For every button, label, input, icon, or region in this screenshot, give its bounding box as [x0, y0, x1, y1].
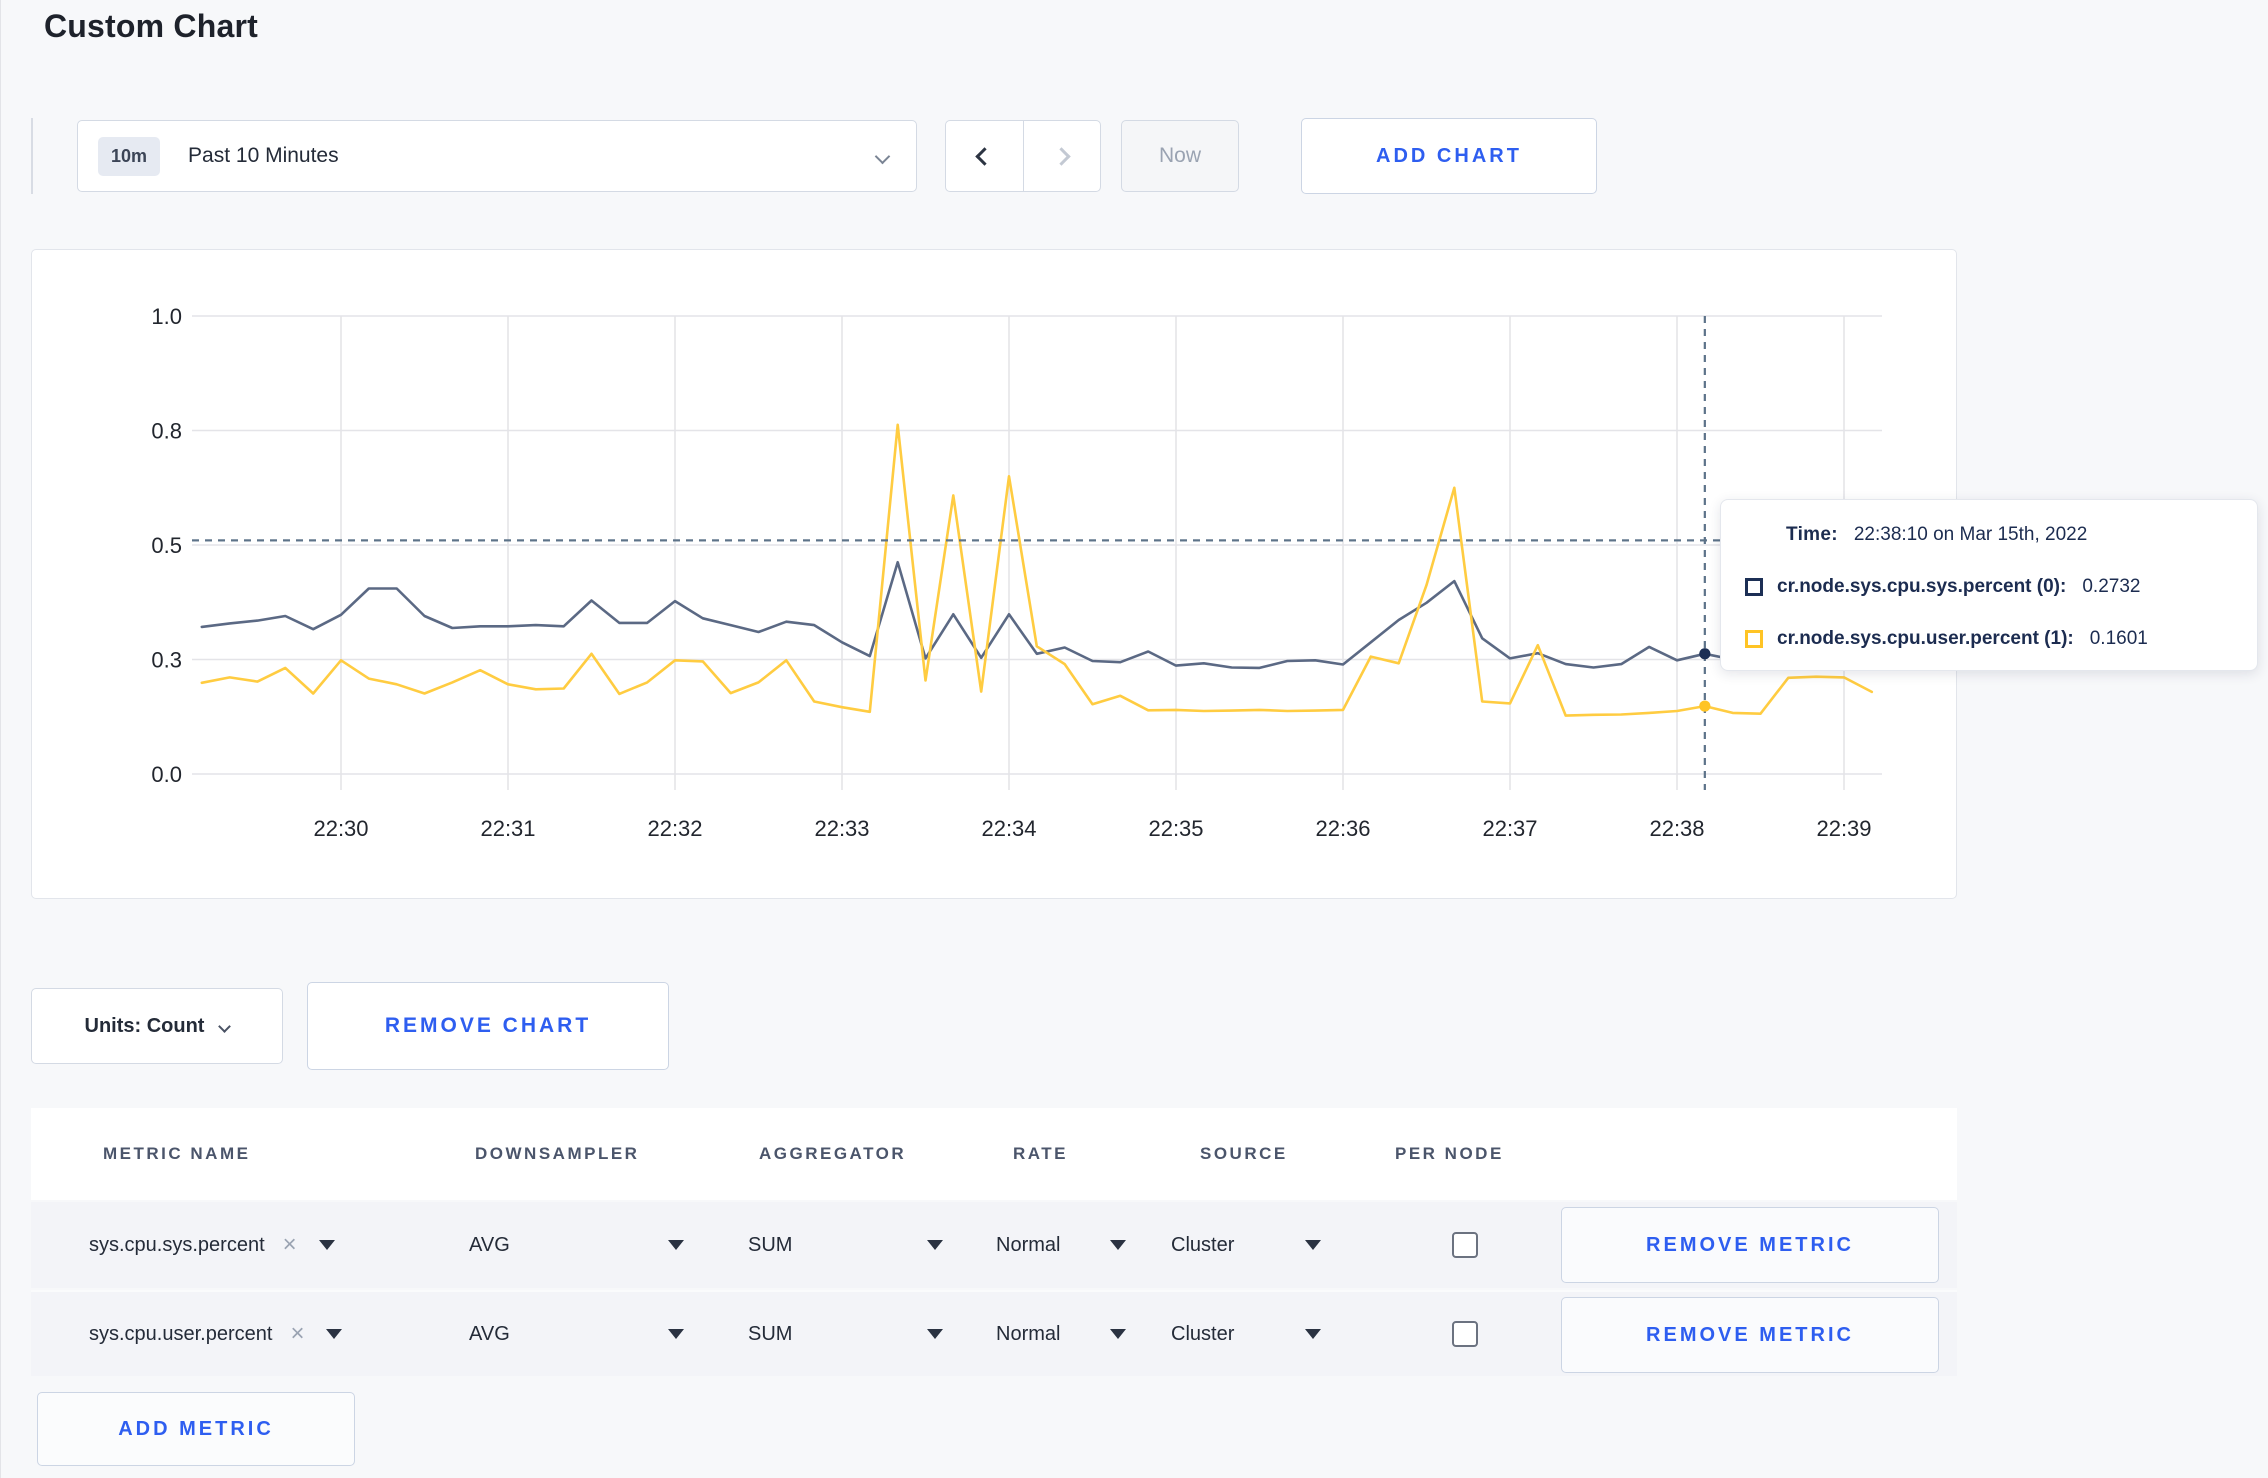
metric-name-select[interactable]: sys.cpu.user.percent ×	[89, 1292, 409, 1376]
add-chart-button[interactable]: ADD CHART	[1301, 118, 1597, 194]
downsampler-value: AVG	[469, 1322, 510, 1345]
tooltip-series-row: cr.node.sys.cpu.user.percent (1): 0.1601	[1745, 628, 2233, 650]
chevron-down-icon	[218, 1019, 232, 1033]
column-header-metric-name: METRIC NAME	[103, 1144, 251, 1163]
svg-text:22:31: 22:31	[480, 816, 535, 841]
time-window-label: Past 10 Minutes	[188, 144, 339, 167]
tooltip-metric-label: cr.node.sys.cpu.user.percent (1):	[1777, 628, 2074, 649]
now-button[interactable]: Now	[1121, 120, 1239, 192]
metric-row: sys.cpu.sys.percent × AVG SUM Normal Clu…	[31, 1202, 1957, 1288]
svg-text:22:32: 22:32	[647, 816, 702, 841]
tooltip-metric-value: 0.1601	[2089, 628, 2148, 649]
downsampler-value: AVG	[469, 1233, 510, 1256]
source-value: Cluster	[1171, 1322, 1235, 1345]
caret-down-icon	[1110, 1329, 1126, 1339]
source-select[interactable]: Cluster	[1171, 1202, 1321, 1288]
user-series-swatch-icon	[1745, 630, 1763, 648]
column-header-per-node: PER NODE	[1395, 1144, 1504, 1163]
toolbar-divider	[31, 118, 33, 194]
tooltip-metric-label: cr.node.sys.cpu.sys.percent (0):	[1777, 576, 2067, 597]
column-header-downsampler: DOWNSAMPLER	[475, 1144, 640, 1163]
remove-metric-button[interactable]: REMOVE METRIC	[1561, 1207, 1939, 1283]
sys-series-swatch-icon	[1745, 578, 1763, 596]
chart-tooltip: Time: 22:38:10 on Mar 15th, 2022 cr.node…	[1720, 499, 2258, 671]
aggregator-value: SUM	[748, 1322, 793, 1345]
page-title: Custom Chart	[44, 8, 258, 44]
metrics-table-header: METRIC NAME DOWNSAMPLER AGGREGATOR RATE …	[31, 1108, 1957, 1200]
aggregator-select[interactable]: SUM	[748, 1202, 943, 1288]
downsampler-select[interactable]: AVG	[469, 1202, 684, 1288]
svg-text:1.0: 1.0	[151, 304, 182, 329]
source-value: Cluster	[1171, 1233, 1235, 1256]
svg-text:0.0: 0.0	[151, 762, 182, 787]
time-window-select[interactable]: 10m Past 10 Minutes	[77, 120, 917, 192]
metric-name: sys.cpu.sys.percent	[89, 1233, 265, 1256]
time-window-badge: 10m	[98, 136, 161, 176]
aggregator-select[interactable]: SUM	[748, 1292, 943, 1376]
timeseries-chart[interactable]: 1.0 0.8 0.5 0.3 0.0 22:30 22:31 22:32 22:33 22:34…	[32, 250, 1958, 900]
tooltip-time-value: 22:38:10 on Mar 15th, 2022	[1853, 524, 2088, 545]
caret-down-icon	[318, 1240, 335, 1250]
units-select[interactable]: Units: Count	[31, 988, 283, 1064]
chevron-down-icon	[874, 148, 891, 164]
svg-text:22:33: 22:33	[814, 816, 869, 841]
per-node-checkbox[interactable]	[1452, 1232, 1478, 1258]
caret-down-icon	[1305, 1240, 1321, 1250]
tooltip-series-row: cr.node.sys.cpu.sys.percent (0): 0.2732	[1745, 576, 2233, 598]
clear-metric-icon[interactable]: ×	[283, 1231, 297, 1259]
chart-card: 1.0 0.8 0.5 0.3 0.0 22:30 22:31 22:32 22:33 22:34…	[31, 249, 1957, 899]
per-node-checkbox[interactable]	[1452, 1321, 1478, 1347]
caret-down-icon	[1305, 1329, 1321, 1339]
tooltip-metric-value: 0.2732	[2082, 576, 2141, 597]
rate-value: Normal	[996, 1322, 1061, 1345]
metric-name-select[interactable]: sys.cpu.sys.percent ×	[89, 1202, 409, 1288]
caret-down-icon	[1110, 1240, 1126, 1250]
chevron-right-icon	[1052, 146, 1071, 166]
caret-down-icon	[927, 1329, 943, 1339]
svg-text:22:30: 22:30	[313, 816, 368, 841]
svg-text:22:35: 22:35	[1148, 816, 1203, 841]
prev-time-button[interactable]	[946, 121, 1023, 191]
column-header-rate: RATE	[1013, 1144, 1069, 1163]
caret-down-icon	[326, 1329, 343, 1339]
svg-text:22:36: 22:36	[1315, 816, 1370, 841]
aggregator-value: SUM	[748, 1233, 793, 1256]
svg-text:0.3: 0.3	[151, 648, 182, 673]
chevron-left-icon	[975, 146, 994, 166]
metric-row: sys.cpu.user.percent × AVG SUM Normal Cl…	[31, 1290, 1957, 1376]
column-header-aggregator: AGGREGATOR	[759, 1144, 907, 1163]
clear-metric-icon[interactable]: ×	[290, 1320, 304, 1348]
rate-value: Normal	[996, 1233, 1061, 1256]
time-pager	[945, 120, 1101, 192]
add-metric-button[interactable]: ADD METRIC	[37, 1392, 355, 1466]
metric-name: sys.cpu.user.percent	[89, 1322, 273, 1345]
remove-metric-button[interactable]: REMOVE METRIC	[1561, 1297, 1939, 1373]
caret-down-icon	[927, 1240, 943, 1250]
svg-text:0.5: 0.5	[151, 533, 182, 558]
tooltip-time-row: Time: 22:38:10 on Mar 15th, 2022	[1745, 524, 2233, 546]
svg-text:22:39: 22:39	[1816, 816, 1871, 841]
remove-chart-button[interactable]: REMOVE CHART	[307, 982, 669, 1070]
source-select[interactable]: Cluster	[1171, 1292, 1321, 1376]
next-time-button[interactable]	[1022, 121, 1101, 191]
rate-select[interactable]: Normal	[996, 1202, 1126, 1288]
caret-down-icon	[668, 1240, 684, 1250]
units-label: Units: Count	[84, 1014, 205, 1037]
svg-text:22:37: 22:37	[1482, 816, 1537, 841]
svg-text:22:34: 22:34	[981, 816, 1036, 841]
svg-text:0.8: 0.8	[151, 419, 182, 444]
rate-select[interactable]: Normal	[996, 1292, 1126, 1376]
column-header-source: SOURCE	[1200, 1144, 1288, 1163]
tooltip-time-label: Time:	[1786, 524, 1838, 545]
svg-text:22:38: 22:38	[1649, 816, 1704, 841]
caret-down-icon	[668, 1329, 684, 1339]
downsampler-select[interactable]: AVG	[469, 1292, 684, 1376]
